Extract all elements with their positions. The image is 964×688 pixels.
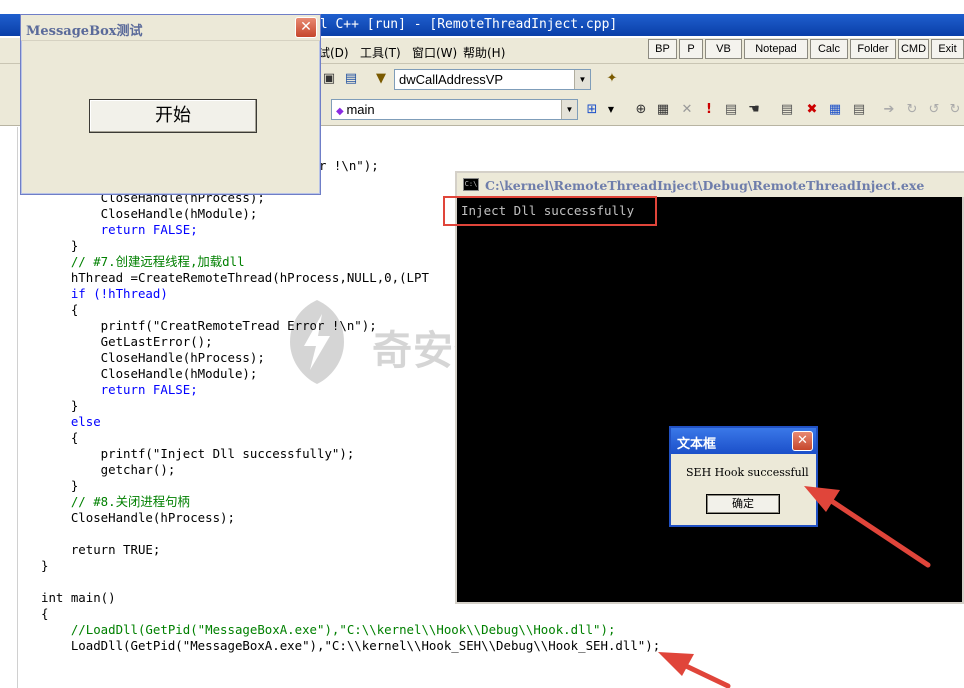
console-icon: C:\ (463, 178, 479, 191)
code-line: printf("Inject Dll successfully"); (41, 446, 355, 461)
member-combo[interactable]: dwCallAddressVP ▼ (394, 69, 591, 90)
chevron-down-icon[interactable]: ▼ (574, 70, 590, 89)
menu-help[interactable]: 帮助(H) (463, 44, 505, 61)
dropdown-arrow-icon[interactable]: ▼ (602, 101, 620, 119)
member-combo-value: dwCallAddressVP (399, 72, 504, 87)
code-line: CloseHandle(hProcess); (41, 350, 265, 365)
ok-button[interactable]: 确定 (706, 494, 780, 514)
go-icon[interactable]: ▤ (722, 101, 740, 119)
members-icon[interactable]: ▤ (342, 70, 360, 88)
menu-window[interactable]: 窗口(W) (412, 44, 457, 61)
step-over-icon[interactable]: ➔ (880, 101, 898, 119)
vb-button[interactable]: VB (705, 39, 742, 59)
class-view-icon[interactable]: ▣ (320, 70, 338, 88)
textbox-message-dialog: 文本框 ✕ SEH Hook successfull 确定 (669, 426, 818, 527)
code-comment: //LoadDll(GetPid("MessageBoxA.exe"),"C:\… (41, 622, 616, 637)
messagebox-titlebar[interactable]: MessageBox测试 ✕ (21, 15, 320, 41)
code-line: return FALSE; (41, 222, 198, 237)
code-line: r !\n"); (319, 158, 379, 173)
code-line: GetLastError(); (41, 334, 213, 349)
code-line: } (41, 558, 49, 573)
memory-icon[interactable]: ▤ (850, 101, 868, 119)
console-window: C:\ C:\kernel\RemoteThreadInject\Debug\R… (443, 171, 964, 604)
code-line: CloseHandle(hModule); (41, 206, 258, 221)
messagebox-window-title: MessageBox测试 (26, 24, 143, 39)
code-line: CloseHandle(hProcess); (41, 510, 235, 525)
console-window-title: C:\kernel\RemoteThreadInject\Debug\Remot… (485, 178, 925, 193)
exit-button[interactable]: Exit (931, 39, 964, 59)
build-icon[interactable]: ▦ (654, 101, 672, 119)
code-line: } (41, 478, 79, 493)
code-line: { (41, 606, 49, 621)
function-icon: ◆ (336, 106, 347, 117)
filter-icon[interactable]: ▼ (372, 70, 390, 88)
notepad-button[interactable]: Notepad (744, 39, 808, 59)
compile-icon[interactable]: ⊕ (632, 101, 650, 119)
bookmark-icon[interactable]: ▤ (778, 101, 796, 119)
wizard-icon[interactable]: ✦ (603, 70, 621, 88)
calc-button[interactable]: Calc (810, 39, 848, 59)
close-icon[interactable]: ✕ (792, 431, 813, 451)
dialog-titlebar[interactable]: 文本框 ✕ (671, 428, 816, 454)
code-line: hThread =CreateRemoteThread(hProcess,NUL… (41, 270, 429, 285)
function-combo[interactable]: ◆ main ▼ (331, 99, 578, 120)
breakpoint-icon[interactable]: ✖ (803, 101, 821, 119)
console-titlebar[interactable]: C:\ C:\kernel\RemoteThreadInject\Debug\R… (457, 173, 964, 197)
p-button[interactable]: P (679, 39, 703, 59)
chevron-down-icon[interactable]: ▼ (561, 100, 577, 119)
editor-gutter (0, 127, 18, 688)
code-line: CloseHandle(hModule); (41, 366, 258, 381)
code-line: } (41, 238, 79, 253)
watermark-logo-icon (290, 300, 344, 384)
function-combo-value: main (346, 102, 375, 117)
dialog-title: 文本框 (677, 437, 717, 452)
stop-build-icon[interactable]: ✕ (678, 101, 696, 119)
watch-icon[interactable]: ▦ (826, 101, 844, 119)
cmd-button[interactable]: CMD (898, 39, 929, 59)
code-line: int main() (41, 590, 116, 605)
code-line: else (41, 414, 101, 429)
menu-tools[interactable]: 工具(T) (360, 44, 401, 61)
step-out-icon[interactable]: ↺ (925, 101, 943, 119)
bp-button[interactable]: BP (648, 39, 677, 59)
goto-definition-icon[interactable]: ⊞ (583, 101, 601, 119)
code-line: { (41, 430, 79, 445)
start-button[interactable]: 开始 (89, 99, 257, 133)
ide-window-title: al C++ [run] - [RemoteThreadInject.cpp] (312, 17, 618, 32)
folder-button[interactable]: Folder (850, 39, 896, 59)
messagebox-test-window: MessageBox测试 ✕ 开始 (20, 14, 321, 195)
code-line: if (!hThread) (41, 286, 168, 301)
code-line: return FALSE; (41, 382, 198, 397)
menu-debug[interactable]: 试(D) (318, 44, 349, 61)
close-icon[interactable]: ✕ (295, 17, 317, 38)
run-to-cursor-icon[interactable]: ↻ (946, 101, 964, 119)
code-line: { (41, 302, 79, 317)
code-line: getchar(); (41, 462, 176, 477)
annotation-highlight-box (443, 196, 657, 226)
dialog-message: SEH Hook successfull (686, 466, 809, 479)
code-comment: // #8.关闭进程句柄 (41, 494, 190, 509)
code-comment: // #7.创建远程线程,加载dll (41, 254, 245, 269)
code-line: LoadDll(GetPid("MessageBoxA.exe"),"C:\\k… (41, 638, 661, 653)
code-line: return TRUE; (41, 542, 161, 557)
step-into-icon[interactable]: ↻ (903, 101, 921, 119)
hand-icon[interactable]: ☚ (745, 101, 763, 119)
execute-icon[interactable]: ! (700, 101, 718, 119)
code-line: } (41, 398, 79, 413)
